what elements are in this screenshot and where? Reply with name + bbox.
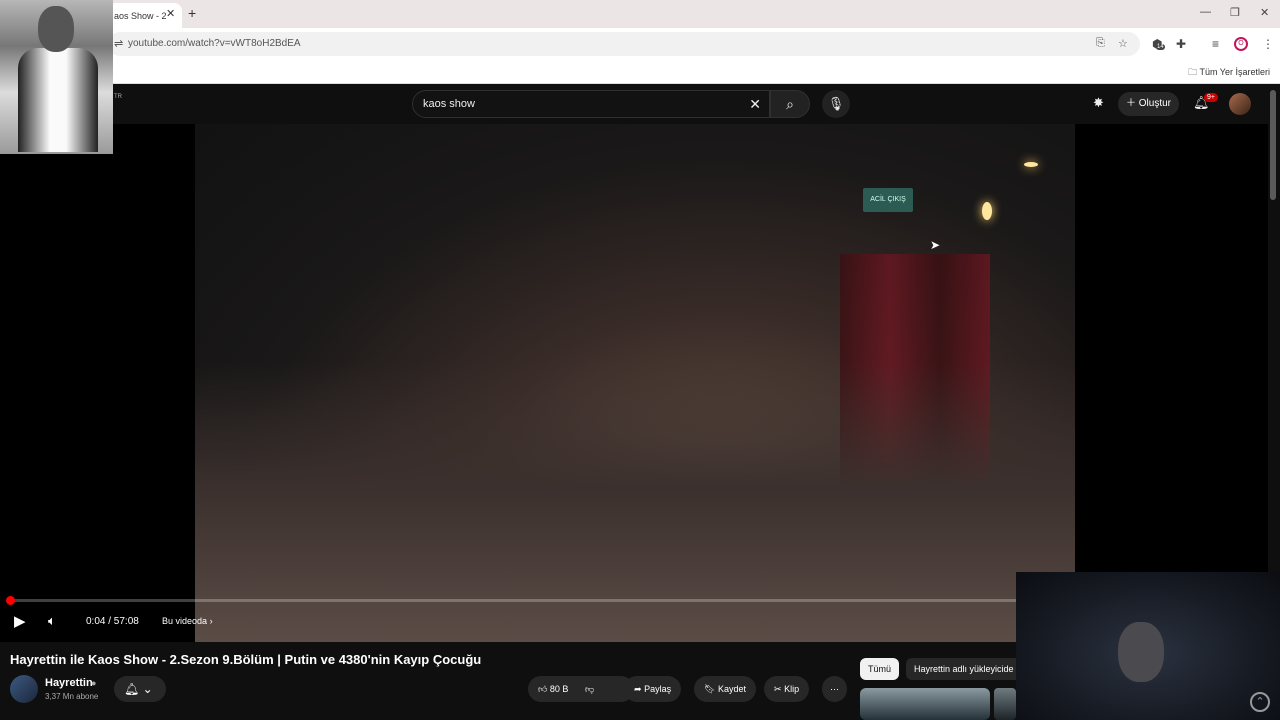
video-frame[interactable]: ACİL ÇIKIŞ — [195, 124, 1075, 642]
region-code: TR — [114, 94, 122, 100]
chevron-right-icon: › — [209, 616, 213, 626]
chapter-label: Bu videoda — [162, 616, 208, 626]
create-label: Oluştur — [1138, 98, 1172, 109]
folder-icon: 🗀 — [1188, 67, 1198, 77]
verified-icon: ● — [91, 678, 97, 688]
plus-icon: ＋ — [1126, 98, 1136, 109]
clear-search-icon[interactable]: ✕ — [749, 96, 761, 113]
extensions-puzzle-icon[interactable]: ✚ — [1176, 37, 1186, 51]
mic-icon: 🎙 — [827, 96, 845, 111]
chip-all[interactable]: Tümü — [860, 658, 900, 680]
bookmarks-bar: 🗀 Tüm Yer İşaretleri — [0, 60, 1280, 84]
all-bookmarks[interactable]: 🗀 Tüm Yer İşaretleri — [1188, 65, 1270, 81]
close-window-icon[interactable]: ✕ — [1260, 6, 1269, 19]
recommended-thumbnail[interactable] — [860, 688, 990, 720]
voice-search-button[interactable]: 🎙 — [822, 90, 850, 118]
channel-name[interactable]: Hayrettin — [45, 677, 93, 689]
search-value: kaos show — [423, 98, 475, 110]
site-info-icon[interactable]: ⇌ — [114, 37, 123, 50]
scissors-icon: ✂ — [774, 684, 782, 694]
mouse-cursor-icon: ➤ — [930, 238, 941, 252]
search-button[interactable]: ⌕ — [770, 90, 810, 118]
media-control-icon[interactable]: ≡ — [1212, 37, 1219, 51]
subscription-bell-button[interactable]: 🔔︎ ⌄ — [114, 676, 166, 702]
clip-label: Klip — [784, 684, 800, 694]
volume-icon[interactable]: 🔈︎ — [48, 613, 56, 629]
omnibox[interactable]: ⇌ youtube.com/watch?v=vWT8oH2BdEA ⎘ ☆ — [108, 32, 1140, 56]
more-icon: ⋯ — [830, 684, 839, 694]
bell-icon: 🔔︎ — [124, 682, 140, 696]
create-button[interactable]: ＋ Oluştur — [1118, 92, 1180, 116]
play-icon[interactable]: ▶ — [14, 612, 26, 630]
address-bar-row: ⇌ youtube.com/watch?v=vWT8oH2BdEA ⎘ ☆ ⬢ … — [0, 28, 1280, 60]
browser-tabstrip: aos Show - 2 ✕ + — ❐ ✕ — [0, 0, 1280, 28]
chip-uploader[interactable]: Hayrettin adlı yükleyicide — [906, 658, 1022, 680]
progress-scrubber[interactable] — [6, 596, 15, 605]
video-title: Hayrettin ile Kaos Show - 2.Sezon 9.Bölü… — [10, 652, 482, 667]
save-button[interactable]: 🔖︎ Kaydet — [694, 676, 756, 702]
youtube-header: TR kaos show ✕ ⌕ 🎙 ✸ ＋ Oluştur 🔔︎ 9+ — [0, 84, 1280, 124]
like-count: 80 B — [549, 684, 569, 694]
save-label: Kaydet — [717, 684, 746, 694]
search-icon: ⌕ — [786, 96, 794, 112]
chapter-button[interactable]: Bu videoda › — [162, 616, 213, 626]
exit-sign: ACİL ÇIKIŞ — [863, 188, 913, 212]
thumbs-down-icon[interactable]: 👎︎ — [585, 684, 594, 694]
scroll-top-icon[interactable]: ⌃ — [1250, 692, 1270, 712]
recommended-thumbnail[interactable] — [994, 688, 1016, 720]
premium-icon[interactable]: ✸ — [1093, 95, 1104, 111]
extension-badge: 14 — [1156, 44, 1165, 50]
video-player[interactable]: ACİL ÇIKIŞ ▶ 🔈︎ 0:04 / 57:08 Bu videoda … — [0, 124, 1268, 642]
more-actions-button[interactable]: ⋯ — [822, 676, 847, 702]
time-display: 0:04 / 57:08 — [86, 616, 139, 627]
share-button[interactable]: ➦ Paylaş — [624, 676, 682, 702]
clip-button[interactable]: ✂ Klip — [764, 676, 810, 702]
progress-bar[interactable] — [10, 599, 1060, 602]
chevron-down-icon: ⌄ — [142, 682, 153, 696]
minimize-icon[interactable]: — — [1200, 6, 1211, 18]
bookmark-star-icon[interactable]: ☆ — [1118, 37, 1128, 50]
spot-light — [982, 202, 992, 220]
share-icon: ➦ — [634, 684, 642, 694]
subscriber-count: 3,37 Mn abone — [45, 692, 99, 701]
install-app-icon[interactable]: ⎘ — [1096, 37, 1105, 50]
portrait-overlay — [0, 0, 113, 154]
thumbs-up-icon: 👍︎ — [538, 684, 548, 694]
page-scrollbar[interactable] — [1270, 90, 1276, 200]
webcam-person — [1118, 622, 1164, 682]
ceiling-light — [1024, 162, 1038, 167]
channel-avatar[interactable] — [10, 675, 38, 703]
portrait-suit — [18, 48, 98, 152]
search-input[interactable]: kaos show ✕ — [412, 90, 770, 118]
browser-menu-icon[interactable]: ⋮ — [1262, 37, 1274, 51]
tab-title: aos Show - 2 — [114, 11, 167, 21]
portrait-face — [38, 6, 74, 52]
restore-icon[interactable]: ❐ — [1230, 6, 1240, 19]
all-bookmarks-label: Tüm Yer İşaretleri — [1199, 67, 1270, 77]
tab-close-icon[interactable]: ✕ — [166, 7, 175, 20]
notifications-badge: 9+ — [1204, 93, 1218, 102]
url-text: youtube.com/watch?v=vWT8oH2BdEA — [128, 38, 301, 49]
bookmark-icon: 🔖︎ — [704, 684, 716, 694]
share-label: Paylaş — [644, 684, 672, 694]
new-tab-icon[interactable]: + — [188, 5, 196, 21]
user-avatar[interactable] — [1229, 93, 1251, 115]
like-button[interactable]: 👍︎ 80 B 👎︎ — [528, 676, 634, 702]
profile-avatar[interactable]: O — [1234, 37, 1248, 51]
